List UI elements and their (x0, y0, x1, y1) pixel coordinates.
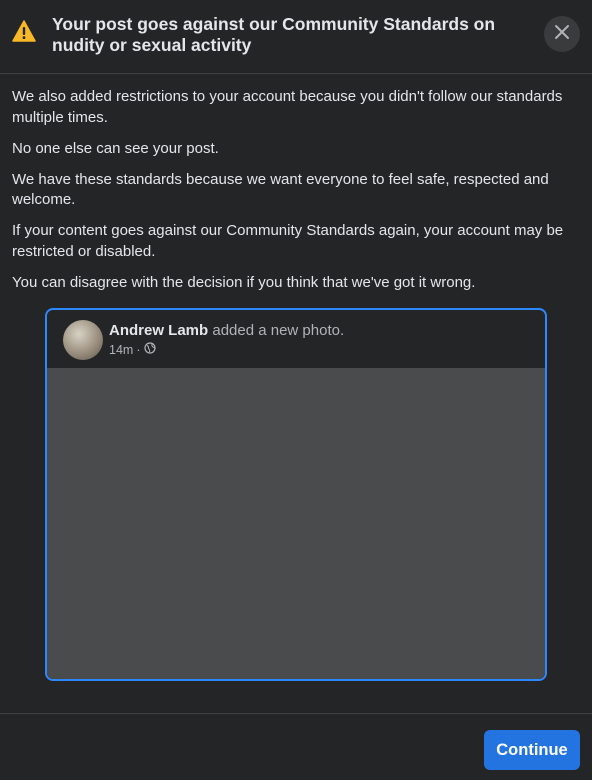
avatar (63, 320, 103, 360)
standards-dialog: Your post goes against our Community Sta… (0, 0, 592, 779)
post-header: Andrew Lamb added a new photo. 14m · (47, 310, 545, 368)
dialog-header: Your post goes against our Community Sta… (0, 0, 592, 74)
post-author: Andrew Lamb (109, 322, 209, 339)
visibility-paragraph: No one else can see your post. (12, 139, 219, 157)
dialog-body: We also added restrictions to your accou… (0, 74, 592, 681)
continue-button[interactable]: Continue (484, 730, 580, 770)
warning-paragraph: If your content goes against our Communi… (12, 222, 564, 260)
standards-paragraph: We have these standards because we want … (12, 170, 549, 209)
disagree-paragraph: You can disagree with the decision if yo… (12, 273, 476, 291)
post-meta: 14m · (109, 342, 545, 358)
post-photo (47, 368, 545, 679)
meta-separator: · (136, 343, 141, 357)
warning-icon (12, 20, 36, 42)
close-button[interactable] (544, 16, 580, 52)
post-action: added a new photo. (212, 322, 345, 339)
close-icon (554, 24, 570, 45)
post-time: 14m (109, 343, 134, 357)
restriction-paragraph: We also added restrictions to your accou… (12, 88, 563, 126)
globe-icon (143, 342, 156, 358)
dialog-title: Your post goes against our Community Sta… (52, 14, 496, 55)
dialog-footer: Continue (0, 713, 592, 780)
post-title-line: Andrew Lamb added a new photo. (109, 321, 545, 341)
post-preview-card: Andrew Lamb added a new photo. 14m · (45, 308, 547, 681)
